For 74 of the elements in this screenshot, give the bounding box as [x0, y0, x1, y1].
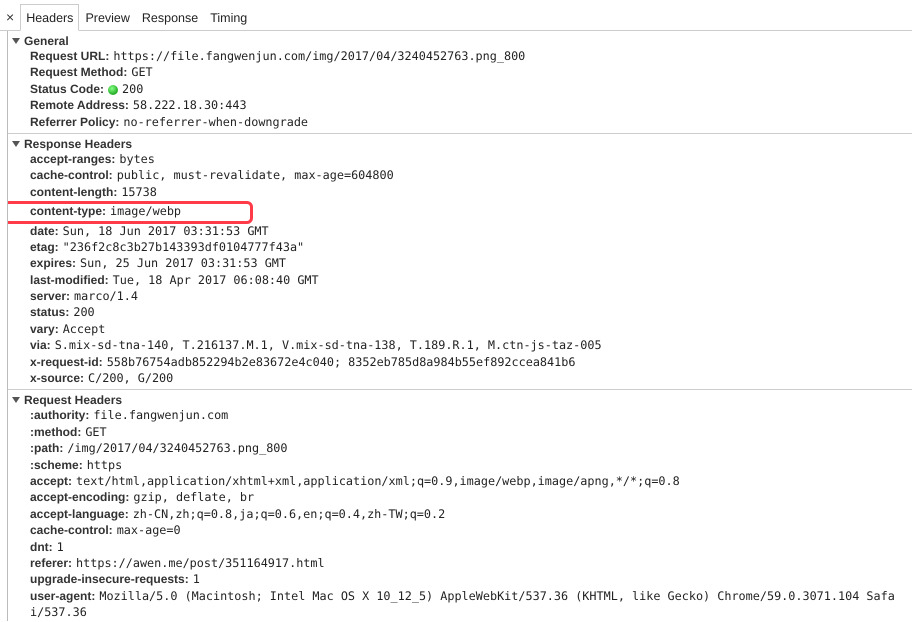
header-value: file.fangwenjun.com [93, 408, 228, 422]
header-name: last-modified: [30, 272, 109, 287]
header-name: server: [30, 289, 70, 304]
triangle-icon [12, 37, 20, 45]
header-name: expires: [30, 256, 76, 270]
header-name: cache-control: [30, 523, 113, 538]
header-name: accept-ranges: [30, 152, 116, 166]
header-name: Request URL: [30, 49, 110, 63]
header-name: :path: [30, 441, 64, 456]
header-value: 15738 [121, 184, 157, 199]
header-name: dnt: [30, 540, 53, 554]
header-value: marco/1.4 [74, 289, 138, 304]
section-header[interactable]: Response Headers [8, 136, 132, 152]
header-name: Status Code: [30, 82, 104, 96]
header-value: image/webp [110, 204, 182, 218]
header-value: gzip, deflate, br [133, 490, 254, 504]
header-name: Request Method: [30, 65, 128, 80]
header-name: via: [30, 338, 51, 352]
header-value: Sun, 18 Jun 2017 03:31:53 GMT [62, 224, 269, 238]
header-name: content-length: [30, 184, 118, 199]
header-value: GET [131, 65, 153, 80]
header-name: :method: [30, 424, 82, 439]
header-value: Sun, 25 Jun 2017 03:31:53 GMT [80, 256, 286, 270]
header-value: zh-CN,zh;q=0.8,ja;q=0.6,en;q=0.4,zh-TW;q=0.2 [132, 506, 446, 521]
tab[interactable]: Headers [20, 4, 80, 31]
header-name: x-request-id: [30, 354, 103, 369]
section-header[interactable]: General [8, 33, 69, 49]
close-button[interactable]: × [4, 9, 20, 30]
header-value: Tue, 18 Apr 2017 06:08:40 GMT [112, 272, 319, 287]
triangle-icon [12, 140, 20, 148]
header-value: S.mix-sd-tna-140, T.216137.M.1, V.mix-sd-tna-138, T.189.R.1, M.ctn-js-taz-005 [54, 338, 602, 352]
header-value: /img/2017/04/3240452763.png_800 [67, 441, 288, 456]
header-name: accept-language: [30, 506, 129, 521]
header-value: GET [85, 424, 107, 439]
header-name: date: [30, 224, 59, 238]
tab[interactable]: Response [136, 4, 204, 31]
section-header[interactable]: Request Headers [8, 392, 122, 408]
header-name: user-agent: [30, 588, 96, 603]
header-value: 1 [192, 572, 200, 586]
header-value: bytes [119, 152, 155, 166]
triangle-icon [12, 396, 20, 404]
header-name: Remote Address: [30, 98, 129, 112]
header-value: i/537.36 [30, 605, 87, 620]
header-value: public, must-revalidate, max-age=604800 [116, 168, 394, 182]
header-value: 200 [73, 305, 95, 320]
header-value: C/200, G/200 [88, 371, 174, 386]
header-value: 200 [122, 82, 144, 96]
header-value: Mozilla/5.0 (Macintosh; Intel Mac OS X 10_12_5) AppleWebKit/537.36 (KHTML, like Gecko) Chrome/59.0.3071.104 Safa [99, 588, 895, 603]
header-name: :scheme: [30, 458, 83, 472]
header-name: upgrade-insecure-requests: [30, 572, 189, 586]
header-name: content-type: [30, 204, 106, 218]
header-value: 1 [56, 540, 64, 554]
header-value: https://awen.me/post/351164917.html [76, 556, 325, 570]
header-value: 558b76754adb852294b2e83672e4c040; 8352eb785d8a984b55ef892ccea841b6 [106, 354, 576, 369]
header-value: Accept [62, 322, 106, 336]
header-value: https [86, 458, 122, 472]
header-name: vary: [30, 322, 59, 336]
header-name: x-source: [30, 371, 84, 386]
header-value: no-referrer-when-downgrade [123, 114, 308, 129]
header-name: cache-control: [30, 168, 113, 182]
header-value: text/html,application/xhtml+xml,application/xml;q=0.9,image/webp,image/apng,*/*;q=0.8 [76, 474, 680, 488]
header-name: referer: [30, 556, 72, 570]
header-name: accept: [30, 474, 72, 488]
header-value: 58.222.18.30:443 [132, 98, 247, 112]
header-name: status: [30, 305, 70, 320]
header-name: :authority: [30, 408, 90, 422]
header-name: accept-encoding: [30, 490, 130, 504]
tab[interactable]: Timing [204, 4, 254, 31]
header-value: https://file.fangwenjun.com/img/2017/04/3240452763.png_800 [113, 49, 526, 63]
header-value: max-age=0 [116, 523, 181, 538]
header-value: "236f2c8c3b27b143393df0104777f43a" [62, 240, 304, 254]
header-name: Referrer Policy: [30, 114, 120, 129]
header-name: etag: [30, 240, 59, 254]
tab[interactable]: Preview [79, 4, 136, 31]
